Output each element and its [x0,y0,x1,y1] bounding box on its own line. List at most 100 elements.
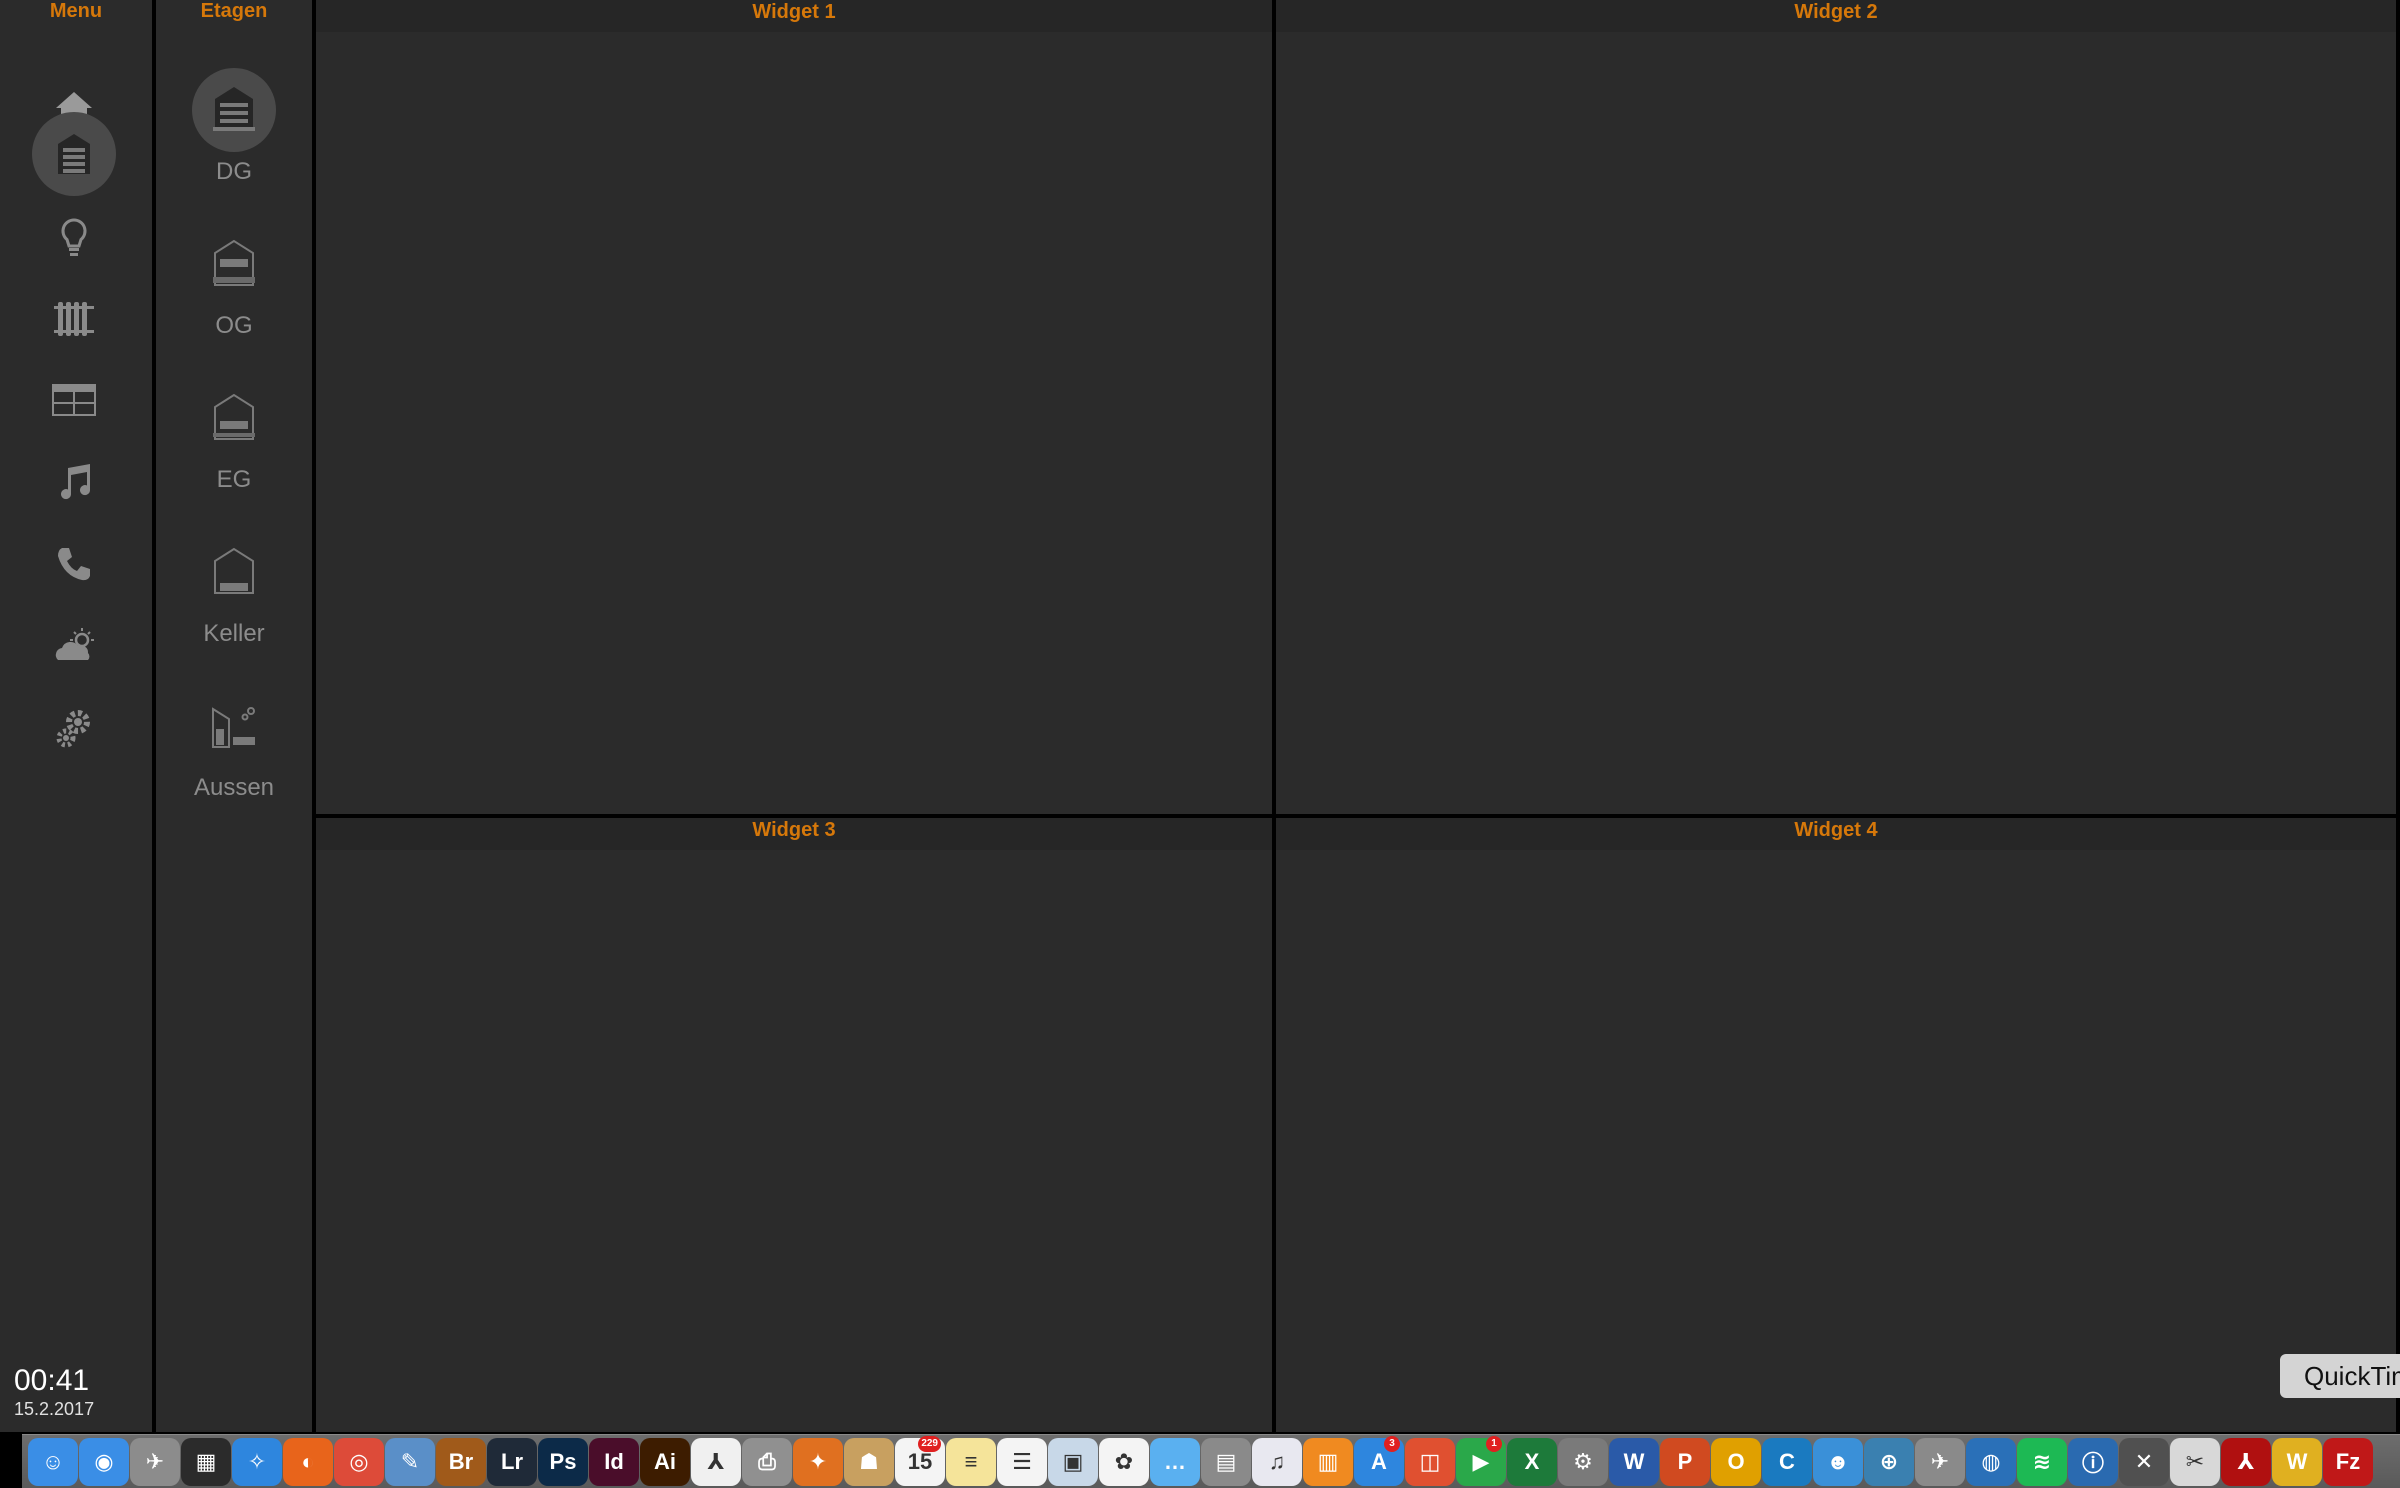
menu-item-blinds[interactable] [32,358,116,442]
dock-icon-glyph: ▦ [195,1448,217,1474]
dock-icon-glyph: O [1727,1448,1745,1474]
floor-item-og[interactable]: OG [156,222,312,362]
floor-label: Keller [203,620,265,647]
floor-item-eg[interactable]: EG [156,376,312,516]
outlook-icon[interactable]: O [1711,1437,1761,1486]
1password-icon[interactable]: ⓘ [2068,1437,2118,1486]
dock-icon-glyph: ◎ [349,1448,369,1474]
x11-icon[interactable]: ✕ [2119,1437,2169,1486]
app-store-icon[interactable]: A3 [1354,1435,1404,1486]
photos-icon[interactable]: ✿ [1099,1437,1149,1486]
widget-3[interactable]: Widget 3 [316,818,1272,1432]
dock-icon-glyph: ☗ [859,1448,879,1474]
word-icon[interactable]: W [1609,1437,1659,1486]
dock-icon-glyph: Ps [549,1448,577,1474]
dock-icon-glyph: ≡ [964,1448,978,1474]
floor-item-keller[interactable]: Keller [156,530,312,670]
floors-sidebar: Etagen DG OG EG Keller Aussen [156,0,312,1432]
powerpoint-icon[interactable]: P [1660,1437,1710,1486]
dock-icon-glyph: ⊕ [1879,1448,1899,1474]
menu-item-building[interactable] [32,112,116,196]
system-preferences-icon[interactable]: ⚙ [1558,1437,1608,1486]
floor-label: Aussen [193,774,275,801]
floor-item-dg[interactable]: DG [156,68,312,208]
chrome-icon[interactable]: ◎ [334,1437,384,1486]
spotify-icon[interactable]: ≋ [2017,1437,2067,1486]
dock-icon-glyph: Br [448,1448,474,1474]
migration-icon[interactable]: ◉ [79,1437,129,1486]
menu-item-heating[interactable] [32,276,116,360]
building-icon [58,134,90,174]
network-icon[interactable]: ⊕ [1864,1437,1914,1486]
excel-icon[interactable]: X [1507,1437,1557,1486]
dock-icon-glyph: Ai [654,1448,676,1474]
weather-icon [55,628,94,660]
wireless-diagnostics-icon[interactable]: ✈ [1915,1437,1965,1486]
calendar-icon[interactable]: 15 229 [895,1435,945,1486]
screen-sharing-icon[interactable]: ◫ [1405,1437,1455,1486]
finder-icon[interactable]: ☺ [28,1437,78,1486]
photoshop-icon[interactable]: Ps [538,1437,588,1486]
outdoor-icon [192,684,276,768]
dock-badge: 1 [1486,1435,1502,1452]
radiator-icon [54,302,94,336]
dock-icon-glyph: ▣ [1062,1448,1084,1474]
image-capture-icon[interactable]: ▣ [1048,1437,1098,1486]
dock-icon-glyph: ✦ [808,1448,828,1474]
web-globe-icon[interactable]: ◍ [1966,1437,2016,1486]
dock-icon-glyph: ✧ [247,1448,267,1474]
dock-badge: 3 [1384,1435,1400,1452]
dock-icon-glyph: ⅄ [707,1448,725,1474]
facetime-icon[interactable]: ▶ 1 [1456,1435,1506,1486]
dock-icon-glyph: Id [604,1448,624,1474]
music-note-icon [61,464,91,500]
cyberduck-icon[interactable]: C [1762,1437,1812,1486]
floor-item-aussen[interactable]: Aussen [156,684,312,824]
dock-icon-glyph: ⎙ [758,1448,776,1474]
winzip-icon[interactable]: W [2272,1437,2322,1486]
dock-badge: 229 [918,1435,941,1452]
menu-item-music[interactable] [32,440,116,524]
indesign-icon[interactable]: Id [589,1437,639,1486]
lync-icon[interactable]: ☻ [1813,1437,1863,1486]
calculator-icon[interactable]: ▤ [1201,1437,1251,1486]
menu-item-phone[interactable] [32,522,116,606]
contacts-icon[interactable]: ☗ [844,1437,894,1486]
acrobat-icon[interactable]: ⅄ [691,1437,741,1486]
itunes-icon[interactable]: ♫ [1252,1437,1302,1486]
menu-item-settings[interactable] [32,686,116,770]
dock-icon-glyph: W [2286,1448,2308,1474]
widget-2[interactable]: Widget 2 [1276,0,2396,814]
ibooks-icon[interactable]: ▥ [1303,1437,1353,1486]
lightroom-icon[interactable]: Lr [487,1437,537,1486]
widget-4[interactable]: Widget 4 [1276,818,2396,1432]
dock-icon-glyph: W [1623,1448,1645,1474]
notes-icon[interactable]: ≡ [946,1437,996,1486]
dock-icon-glyph: ✿ [1114,1448,1134,1474]
firefox-icon[interactable]: ◐ [283,1437,333,1486]
menu-item-weather[interactable] [32,604,116,688]
bridge-icon[interactable]: Br [436,1437,486,1486]
launchpad-icon[interactable]: ✈ [130,1437,180,1486]
widget-1[interactable]: Widget 1 [316,0,1272,814]
acrobat-pro-icon[interactable]: ⅄ [2221,1437,2271,1486]
preview-icon[interactable]: ✎ [385,1437,435,1486]
illustrator-icon[interactable]: Ai [640,1437,690,1486]
safari-icon[interactable]: ✧ [232,1437,282,1486]
dock-icon-glyph: X [1524,1448,1540,1474]
blinds-icon [52,384,96,416]
archive-utility-icon[interactable]: ✂ [2170,1437,2220,1486]
reminders-icon[interactable]: ☰ [997,1437,1047,1486]
gears-icon [56,710,90,748]
messages-icon[interactable]: … [1150,1437,1200,1486]
keynote-icon[interactable]: ✦ [793,1437,843,1486]
house-attic-icon [192,68,276,152]
printer-icon[interactable]: ⎙ [742,1437,792,1486]
floors-header: Etagen [200,0,268,22]
filezilla-icon[interactable]: Fz [2323,1437,2373,1486]
dock-icon-glyph: ⚙ [1573,1448,1593,1474]
dock-icon-glyph: Lr [501,1448,523,1474]
mission-control-icon[interactable]: ▦ [181,1437,231,1486]
menu-item-lighting[interactable] [32,194,116,278]
dock-icon-glyph: ☺ [41,1448,65,1474]
